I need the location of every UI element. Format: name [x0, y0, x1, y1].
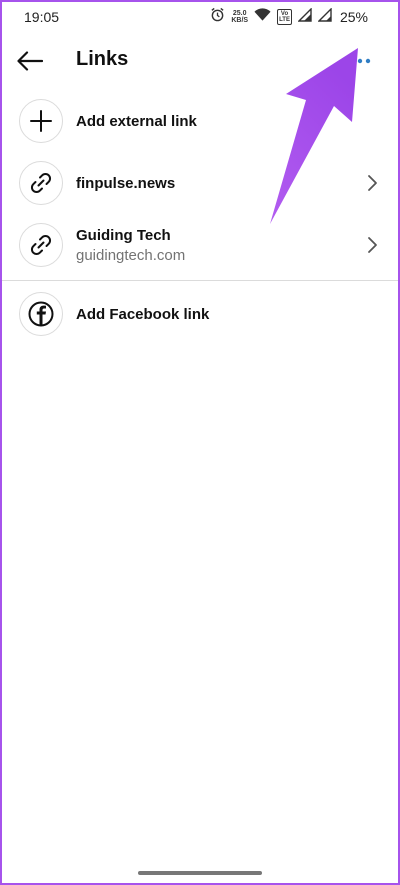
add-facebook-link-row[interactable]: Add Facebook link — [0, 285, 400, 347]
chevron-right-icon — [368, 175, 377, 191]
battery-level: 25% — [339, 9, 368, 25]
page-title: Links — [76, 48, 129, 70]
wifi-icon — [254, 7, 271, 27]
facebook-icon — [28, 301, 54, 327]
row-title: Guiding Tech — [76, 226, 171, 244]
link-icon — [30, 172, 52, 194]
signal-icon-sim1 — [297, 6, 312, 27]
chevron-right-icon — [368, 237, 377, 253]
gesture-navigation-bar[interactable] — [138, 871, 262, 875]
icon-container — [19, 223, 63, 267]
row-title: Add Facebook link — [76, 305, 210, 323]
icon-container — [19, 161, 63, 205]
row-subtitle: guidingtech.com — [76, 246, 186, 264]
row-text: Add external link — [76, 92, 197, 150]
status-bar: 19:05 25.0 KB/S Vo LTE 25% — [0, 0, 400, 34]
row-text: finpulse.news — [76, 154, 175, 212]
network-speed-unit: KB/S — [231, 17, 249, 24]
volte-bottom-label: LTE — [279, 17, 290, 23]
network-speed: 25.0 KB/S — [231, 10, 248, 24]
link-icon — [30, 234, 52, 256]
annotation-arrow-icon — [270, 48, 358, 224]
icon-container — [19, 99, 63, 143]
status-icons: 25.0 KB/S Vo LTE 25% — [210, 6, 368, 27]
signal-icon-sim2 — [317, 6, 332, 27]
row-text: Guiding Tech guidingtech.com — [76, 216, 185, 274]
status-time: 19:05 — [24, 9, 60, 25]
network-speed-value: 25.0 — [232, 10, 247, 17]
alarm-icon — [210, 7, 225, 27]
row-title: Add external link — [76, 112, 197, 130]
volte-badge: Vo LTE — [277, 9, 292, 25]
row-text: Add Facebook link — [76, 285, 209, 343]
icon-container — [19, 292, 63, 336]
back-arrow-icon — [17, 51, 43, 71]
back-button[interactable] — [14, 46, 46, 76]
plus-icon — [30, 110, 52, 132]
row-title: finpulse.news — [76, 174, 176, 192]
section-divider — [0, 280, 400, 281]
